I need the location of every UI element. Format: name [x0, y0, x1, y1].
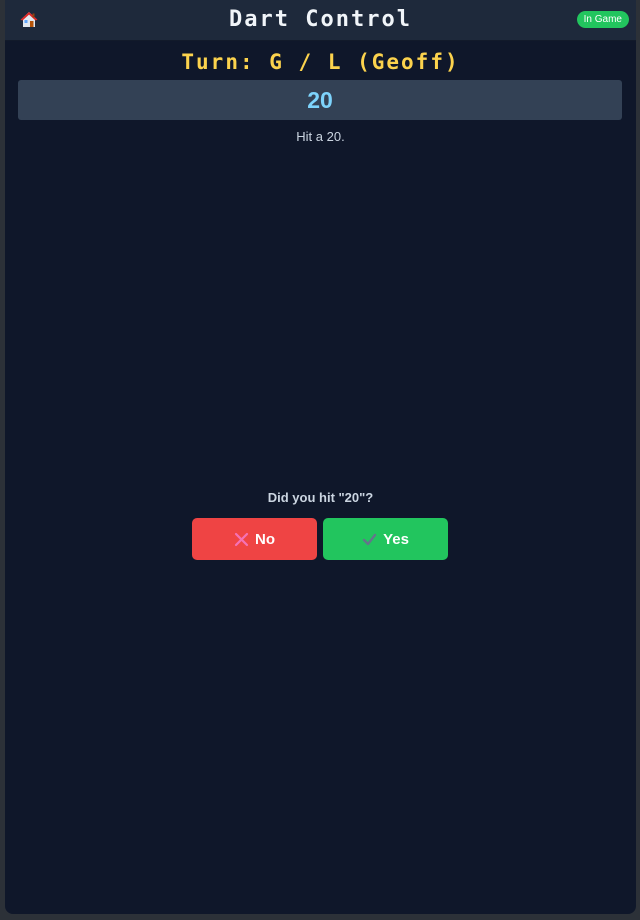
yes-button[interactable]: Yes — [323, 518, 448, 560]
no-button[interactable]: No — [192, 518, 317, 560]
target-instruction: Hit a 20. — [296, 129, 345, 144]
app-frame: Dart Control In Game Turn: G / L (Geoff)… — [5, 0, 636, 914]
target-display: 20 — [18, 80, 622, 120]
check-icon — [362, 532, 377, 547]
yes-button-label: Yes — [383, 530, 409, 548]
app-title: Dart Control — [229, 7, 412, 32]
no-button-label: No — [255, 530, 275, 548]
app-header: Dart Control In Game — [5, 0, 636, 41]
status-badge: In Game — [576, 11, 629, 28]
cross-icon — [234, 532, 249, 547]
hit-question: Did you hit "20"? — [267, 490, 374, 505]
turn-indicator: Turn: G / L (Geoff) — [181, 50, 460, 74]
